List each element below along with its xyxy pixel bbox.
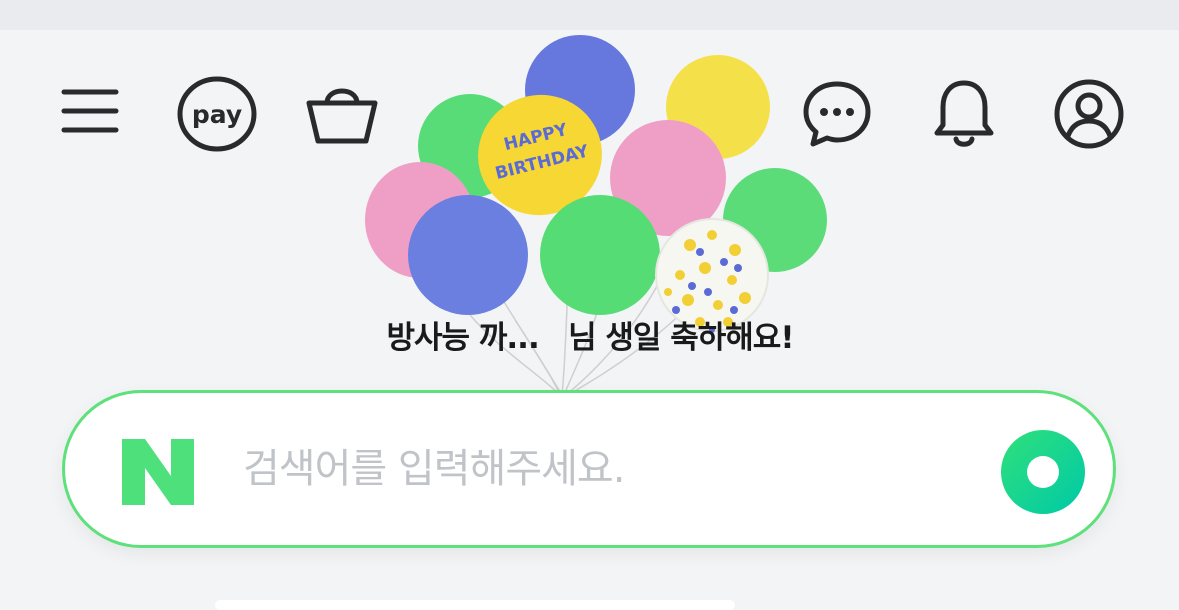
bell-icon — [934, 80, 994, 147]
user-circle-icon — [1054, 79, 1124, 149]
birthday-greeting: 방사능 까... 님 생일 축하해요! — [386, 320, 795, 356]
balloon-blue — [408, 195, 528, 315]
status-bar — [0, 0, 1179, 30]
pay-label: pay — [192, 100, 242, 129]
pay-button[interactable]: pay — [174, 74, 260, 154]
green-search-icon[interactable] — [1000, 429, 1086, 515]
menu-button[interactable] — [52, 78, 128, 144]
balloon-green — [540, 195, 660, 315]
pay-icon: pay — [177, 76, 257, 152]
search-bar[interactable] — [62, 390, 1116, 548]
hamburger-menu-icon — [61, 89, 119, 133]
search-input[interactable] — [241, 433, 945, 505]
profile-button[interactable] — [1050, 76, 1128, 152]
content-card-edge — [215, 600, 735, 610]
notification-button[interactable] — [928, 76, 1000, 152]
naver-logo-icon — [122, 439, 194, 505]
